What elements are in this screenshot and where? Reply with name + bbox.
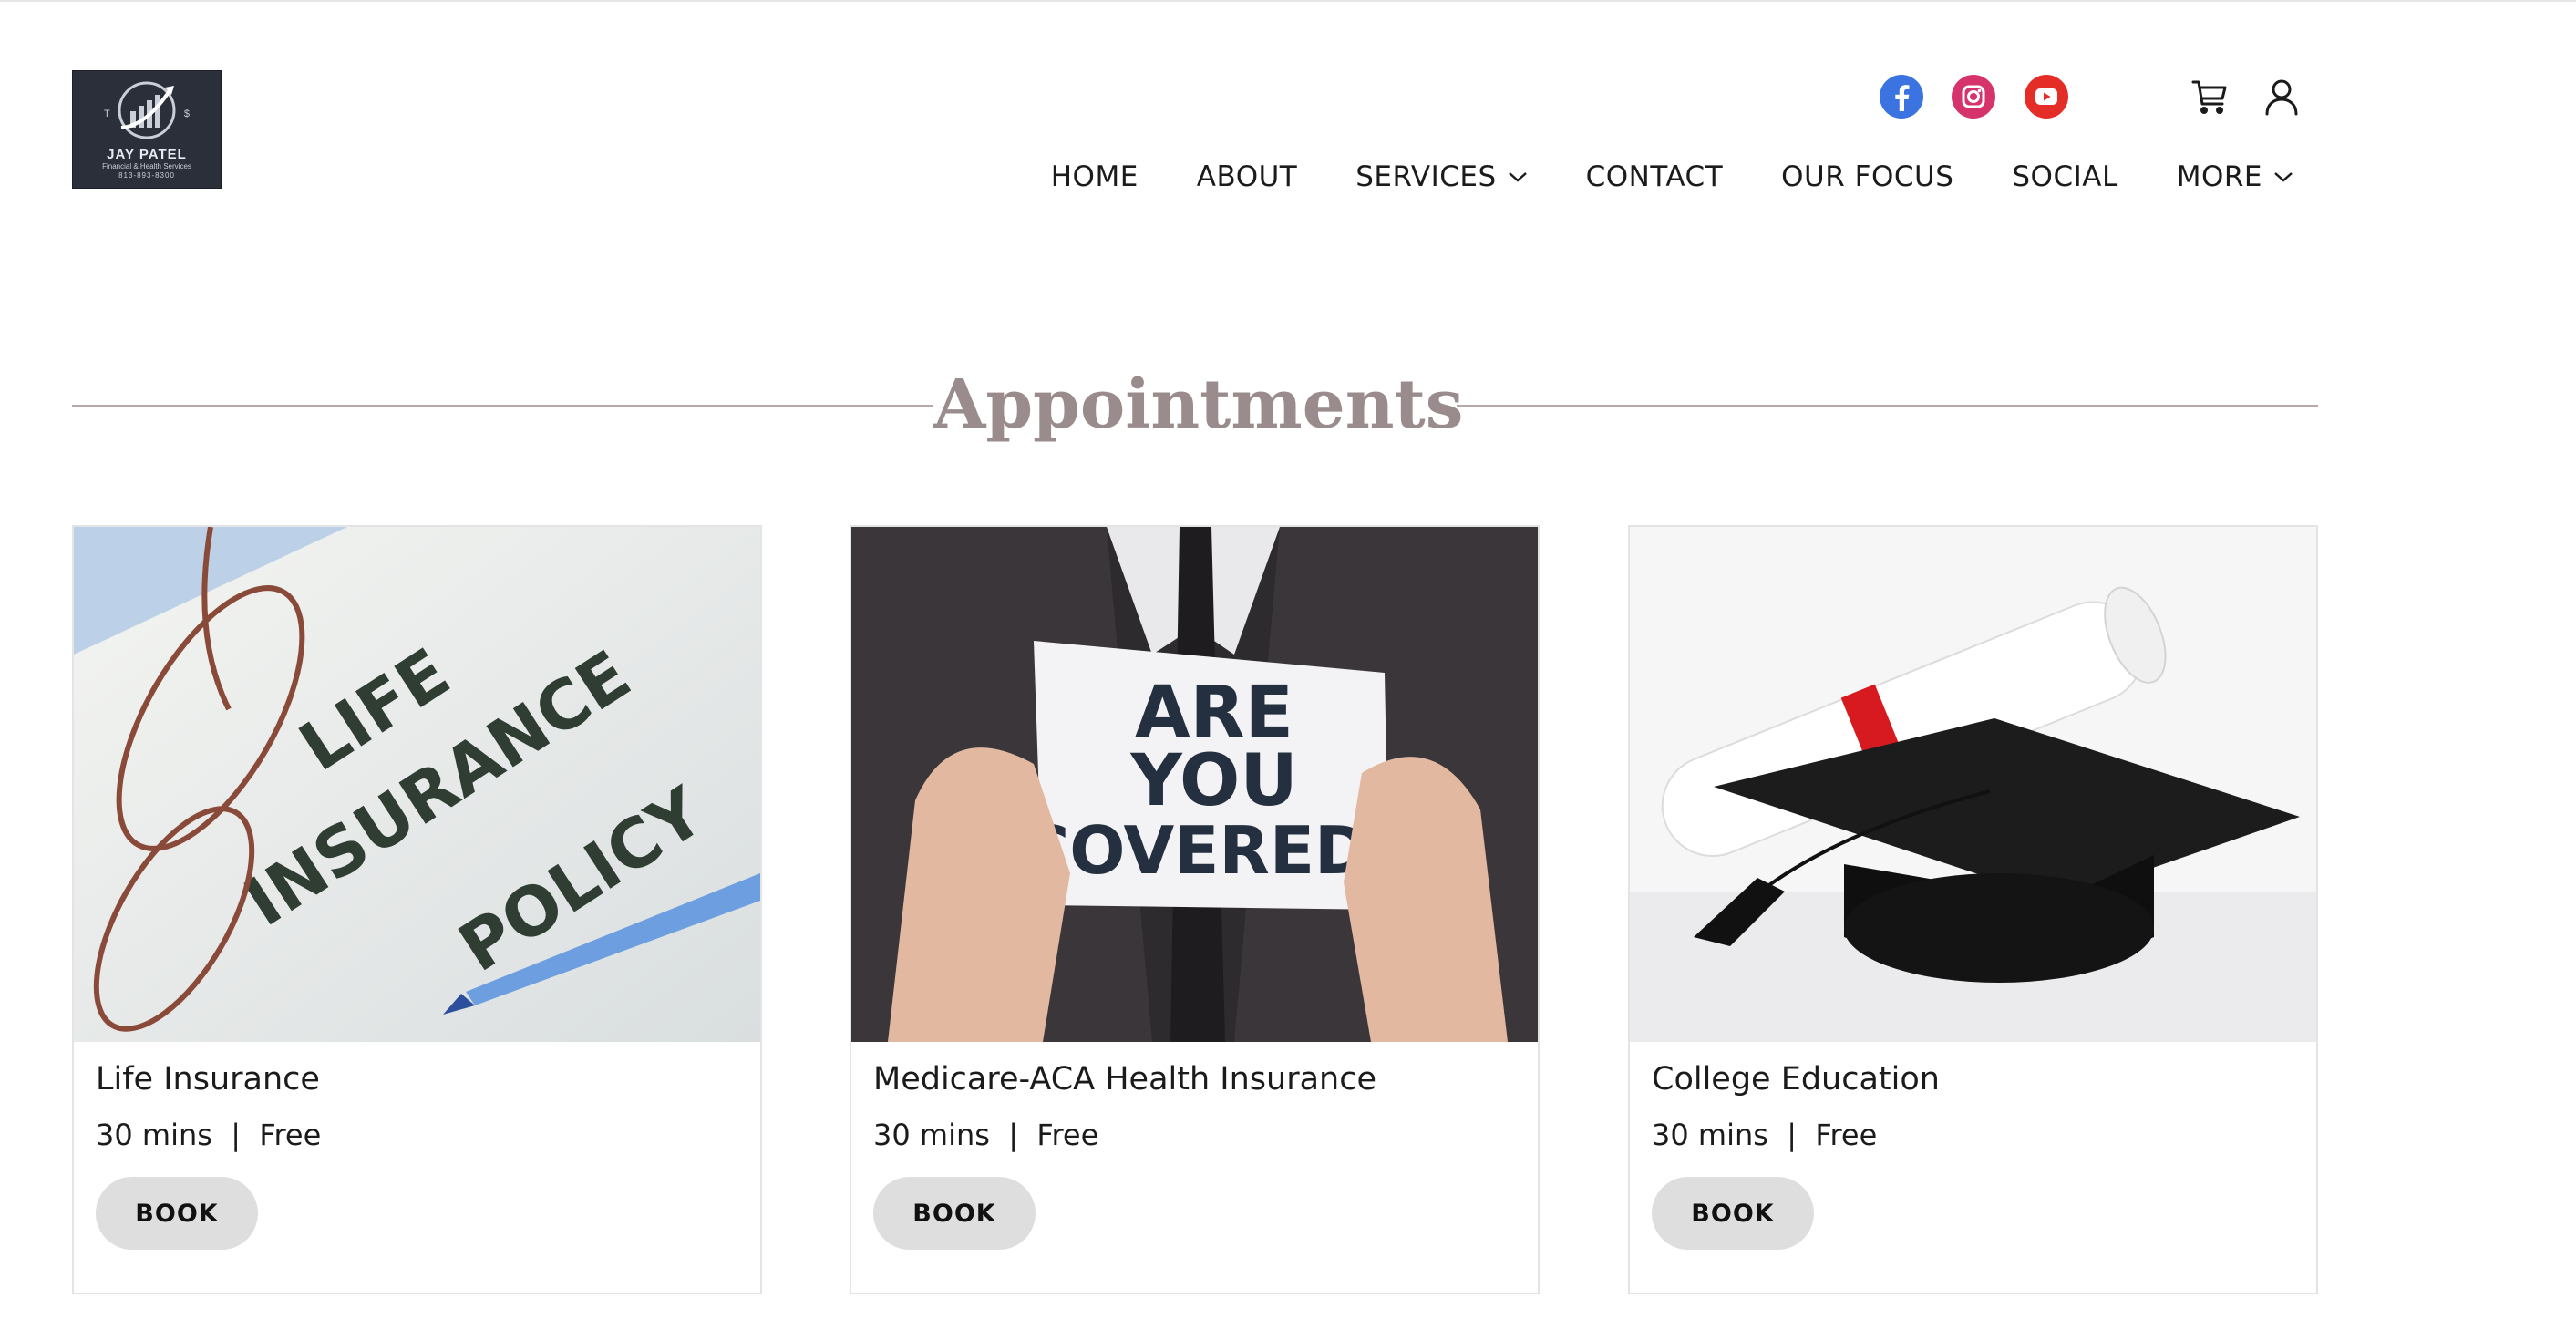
health-insurance-image[interactable]: ARE YOU COVERED?: [851, 527, 1538, 1042]
card-meta: 30 mins | Free: [873, 1118, 1099, 1152]
nav-services-label: SERVICES: [1355, 160, 1497, 193]
nav-contact-label: CONTACT: [1585, 160, 1724, 193]
nav-our-focus[interactable]: OUR FOCUS: [1781, 160, 1953, 193]
card-title: Medicare-ACA Health Insurance: [873, 1061, 1376, 1098]
book-button[interactable]: BOOK: [873, 1177, 1036, 1250]
youtube-icon: [2025, 75, 2068, 119]
facebook-link[interactable]: [1880, 75, 1923, 119]
instagram-link[interactable]: [1952, 75, 1995, 119]
nav-social-label: SOCIAL: [2012, 160, 2118, 193]
graduation-cap-photo: [1630, 527, 2316, 1042]
card-meta: 30 mins | Free: [1652, 1118, 1878, 1152]
nav-more[interactable]: MORE: [2177, 160, 2293, 193]
appointment-card: College Education 30 mins | Free BOOK: [1628, 525, 2318, 1294]
health-insurance-photo: ARE YOU COVERED?: [851, 527, 1538, 1042]
card-meta: 30 mins | Free: [96, 1118, 322, 1152]
heading-rule-right: [1457, 405, 2318, 407]
main-nav: HOME ABOUT SERVICES CONTACT OUR FOCUS SO…: [1051, 157, 2293, 197]
cart-icon: [2191, 80, 2227, 114]
logo-name: JAY PATEL: [107, 147, 187, 162]
image-text-line: YOU: [1129, 740, 1297, 822]
appointment-card: LIFE INSURANCE POLICY Life Insurance 30 …: [72, 525, 762, 1294]
chevron-down-icon: [2274, 172, 2293, 182]
book-button[interactable]: BOOK: [1652, 1177, 1814, 1250]
nav-about[interactable]: ABOUT: [1197, 160, 1297, 193]
logo-phone: 813-893-8300: [118, 171, 175, 180]
facebook-icon: [1880, 75, 1923, 119]
instagram-icon: [1952, 75, 1995, 119]
chevron-down-icon: [1508, 172, 1527, 182]
nav-social[interactable]: SOCIAL: [2012, 160, 2117, 193]
logo-letter-left: T: [104, 108, 110, 119]
logo-chart-icon: [118, 81, 176, 139]
nav-home-label: HOME: [1050, 160, 1139, 193]
logo-letter-right: $: [183, 108, 190, 119]
card-title: College Education: [1652, 1061, 1940, 1098]
book-button[interactable]: BOOK: [96, 1177, 258, 1250]
nav-our-focus-label: OUR FOCUS: [1781, 160, 1954, 193]
life-insurance-photo: LIFE INSURANCE POLICY: [74, 527, 760, 1042]
logo-subtitle: Financial & Health Services: [102, 162, 191, 170]
section-title: Appointments: [933, 366, 1464, 444]
appointment-card: ARE YOU COVERED? Medicare-ACA Health Ins…: [850, 525, 1540, 1294]
account-button[interactable]: [2260, 75, 2303, 119]
brand-logo[interactable]: T $ JAY PATEL Financial & Health Service…: [72, 70, 222, 189]
cart-button[interactable]: [2188, 75, 2231, 119]
nav-contact[interactable]: CONTACT: [1586, 160, 1724, 193]
heading-rule-left: [72, 405, 933, 407]
account-icon: [2265, 79, 2298, 116]
nav-home[interactable]: HOME: [1051, 160, 1139, 193]
card-title: Life Insurance: [96, 1061, 320, 1098]
college-education-image[interactable]: [1630, 527, 2316, 1042]
youtube-link[interactable]: [2025, 75, 2068, 119]
nav-services[interactable]: SERVICES: [1355, 160, 1527, 193]
nav-about-label: ABOUT: [1196, 160, 1298, 193]
life-insurance-image[interactable]: LIFE INSURANCE POLICY: [74, 527, 760, 1042]
top-border: [0, 0, 2576, 2]
nav-more-label: MORE: [2176, 160, 2262, 193]
